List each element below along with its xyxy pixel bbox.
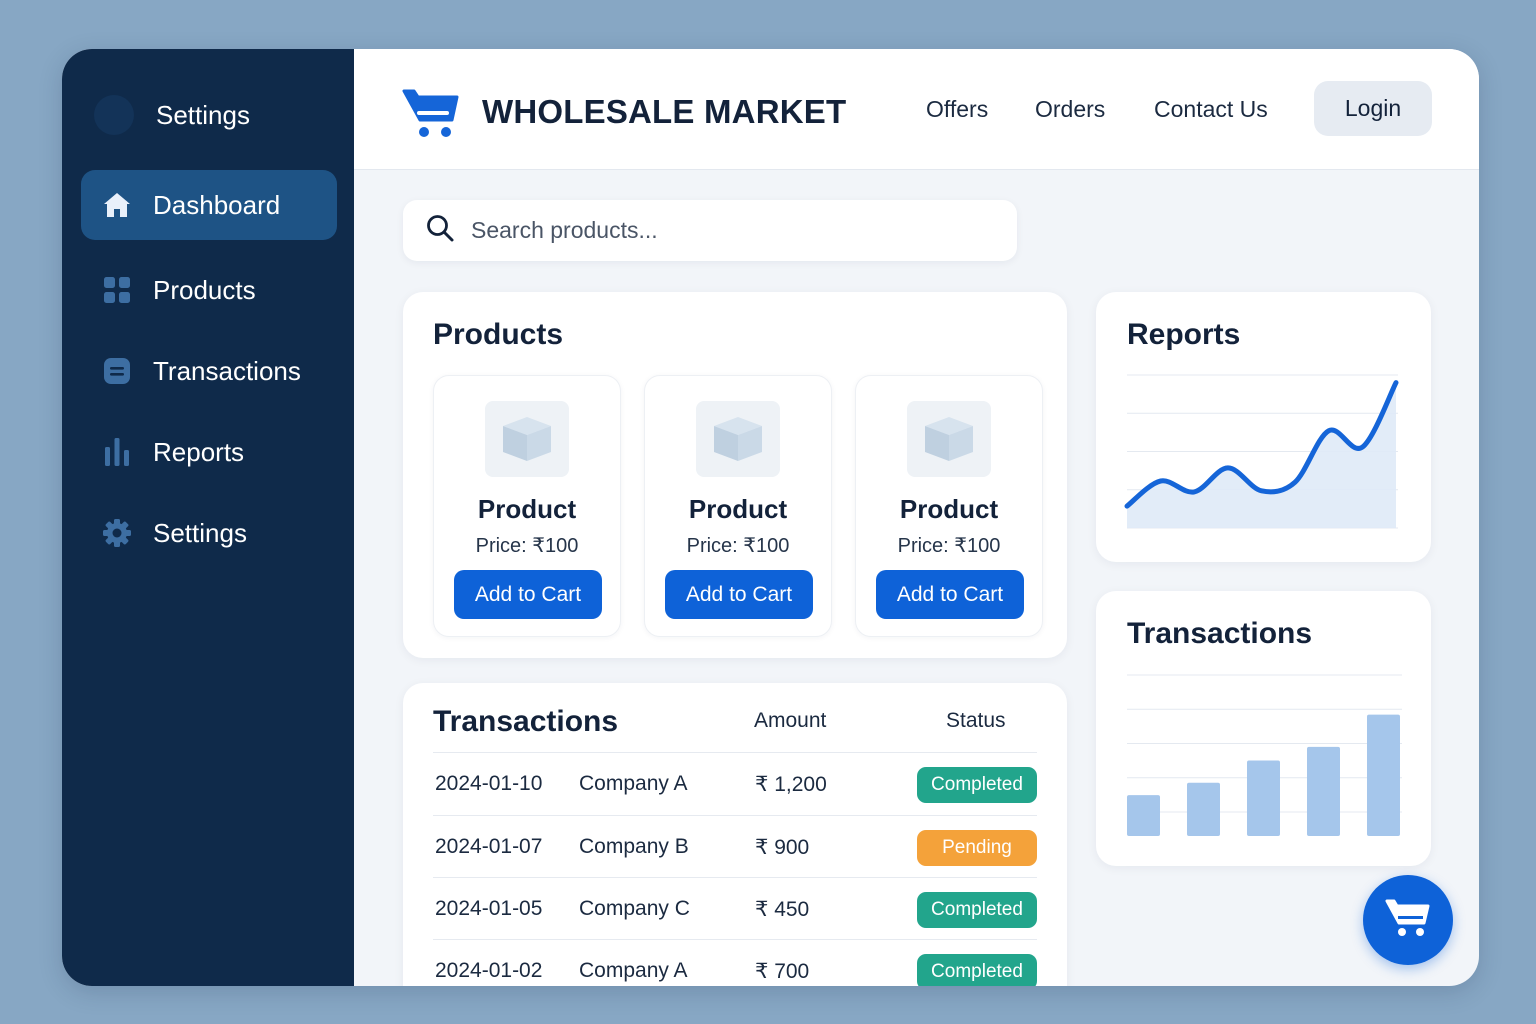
table-row[interactable]: 2024-01-10 Company A ₹ 1,200 Completed: [433, 752, 1037, 814]
sidebar-item-settings[interactable]: Settings: [81, 498, 337, 568]
add-to-cart-button[interactable]: Add to Cart: [454, 570, 602, 619]
gear-icon: [101, 517, 133, 549]
sidebar-item-transactions[interactable]: Transactions: [81, 336, 337, 406]
product-price: Price: ₹100: [475, 535, 579, 557]
add-to-cart-button[interactable]: Add to Cart: [665, 570, 813, 619]
transactions-table-card: Transactions Amount Status 2024-01-10 Co…: [403, 683, 1067, 986]
top-bar: WHOLESALE MARKET Offers Orders Contact U…: [354, 49, 1479, 170]
status-badge: Completed: [917, 767, 1037, 803]
cell-date: 2024-01-07: [435, 835, 543, 858]
sidebar-item-label: Transactions: [153, 355, 301, 386]
products-card: Products Product Price: ₹100 Add to Cart…: [403, 292, 1067, 658]
reports-card: Reports: [1096, 292, 1431, 562]
sidebar-item-label: Settings: [153, 517, 247, 548]
shopping-cart-logo-icon: [402, 87, 460, 144]
sidebar-item-products[interactable]: Products: [81, 255, 337, 325]
cell-amount: ₹ 1,200: [755, 773, 827, 796]
list-icon: [101, 355, 133, 387]
cell-amount: ₹ 450: [755, 898, 810, 921]
product-card[interactable]: Product Price: ₹100 Add to Cart: [855, 375, 1043, 637]
box-icon: [714, 417, 762, 461]
status-badge: Pending: [917, 830, 1037, 866]
transactions-title: Transactions: [433, 705, 619, 738]
add-to-cart-button[interactable]: Add to Cart: [876, 570, 1024, 619]
sidebar-header[interactable]: Settings: [92, 95, 250, 135]
cell-company: Company C: [579, 897, 690, 920]
main-content: WHOLESALE MARKET Offers Orders Contact U…: [354, 49, 1479, 986]
search-icon: [425, 213, 455, 248]
bar-chart-icon: [101, 436, 133, 468]
nav-orders[interactable]: Orders: [1035, 96, 1105, 123]
cart-fab-button[interactable]: [1363, 875, 1453, 965]
product-image: [696, 401, 780, 477]
cell-company: Company B: [579, 835, 689, 858]
sidebar: Settings Dashboard Products Transactions…: [62, 49, 354, 986]
nav-contact-us[interactable]: Contact Us: [1154, 96, 1268, 123]
sidebar-item-reports[interactable]: Reports: [81, 417, 337, 487]
cell-amount: ₹ 900: [755, 836, 810, 859]
bar: [1307, 746, 1340, 836]
area-fill: [1127, 382, 1396, 528]
app-window: Settings Dashboard Products Transactions…: [62, 49, 1479, 986]
product-name: Product: [688, 494, 788, 524]
product-card[interactable]: Product Price: ₹100 Add to Cart: [644, 375, 832, 637]
cell-amount: ₹ 700: [755, 960, 810, 983]
brand-title: WHOLESALE MARKET: [482, 93, 847, 130]
sidebar-item-dashboard[interactable]: Dashboard: [81, 170, 337, 240]
nav-offers[interactable]: Offers: [926, 96, 988, 123]
transactions-chart-card: Transactions: [1096, 591, 1431, 866]
grid-icon: [101, 274, 133, 306]
login-button[interactable]: Login: [1314, 81, 1432, 136]
column-header-status: Status: [946, 709, 1006, 732]
products-title: Products: [433, 318, 564, 351]
bar: [1367, 714, 1400, 836]
cell-date: 2024-01-02: [435, 959, 543, 982]
product-name: Product: [899, 494, 999, 524]
sidebar-item-label: Dashboard: [153, 189, 281, 220]
sidebar-item-label: Products: [153, 274, 256, 305]
box-icon: [503, 417, 551, 461]
status-badge: Completed: [917, 892, 1037, 928]
cell-company: Company A: [579, 959, 688, 982]
column-header-amount: Amount: [754, 709, 827, 732]
product-image: [485, 401, 569, 477]
bar: [1247, 760, 1280, 836]
search-bar[interactable]: [403, 200, 1017, 261]
search-input[interactable]: [471, 217, 971, 244]
table-row[interactable]: 2024-01-02 Company A ₹ 700 Completed: [433, 939, 1037, 986]
shopping-cart-icon: [1385, 897, 1431, 944]
bar: [1127, 795, 1160, 836]
product-card[interactable]: Product Price: ₹100 Add to Cart: [433, 375, 621, 637]
cell-date: 2024-01-05: [435, 897, 543, 920]
status-badge: Completed: [917, 954, 1037, 986]
avatar: [94, 95, 134, 135]
product-image: [907, 401, 991, 477]
bar: [1187, 782, 1220, 836]
product-price: Price: ₹100: [897, 535, 1001, 557]
cell-date: 2024-01-10: [435, 772, 543, 795]
transactions-bar-chart: [1127, 674, 1402, 836]
sidebar-header-label: Settings: [156, 99, 250, 130]
home-icon: [101, 189, 133, 221]
table-row[interactable]: 2024-01-07 Company B ₹ 900 Pending: [433, 815, 1037, 877]
box-icon: [925, 417, 973, 461]
table-row[interactable]: 2024-01-05 Company C ₹ 450 Completed: [433, 877, 1037, 939]
cell-company: Company A: [579, 772, 688, 795]
product-name: Product: [477, 494, 577, 524]
sidebar-item-label: Reports: [153, 436, 245, 467]
product-price: Price: ₹100: [686, 535, 790, 557]
reports-line-chart: [1124, 374, 1399, 529]
